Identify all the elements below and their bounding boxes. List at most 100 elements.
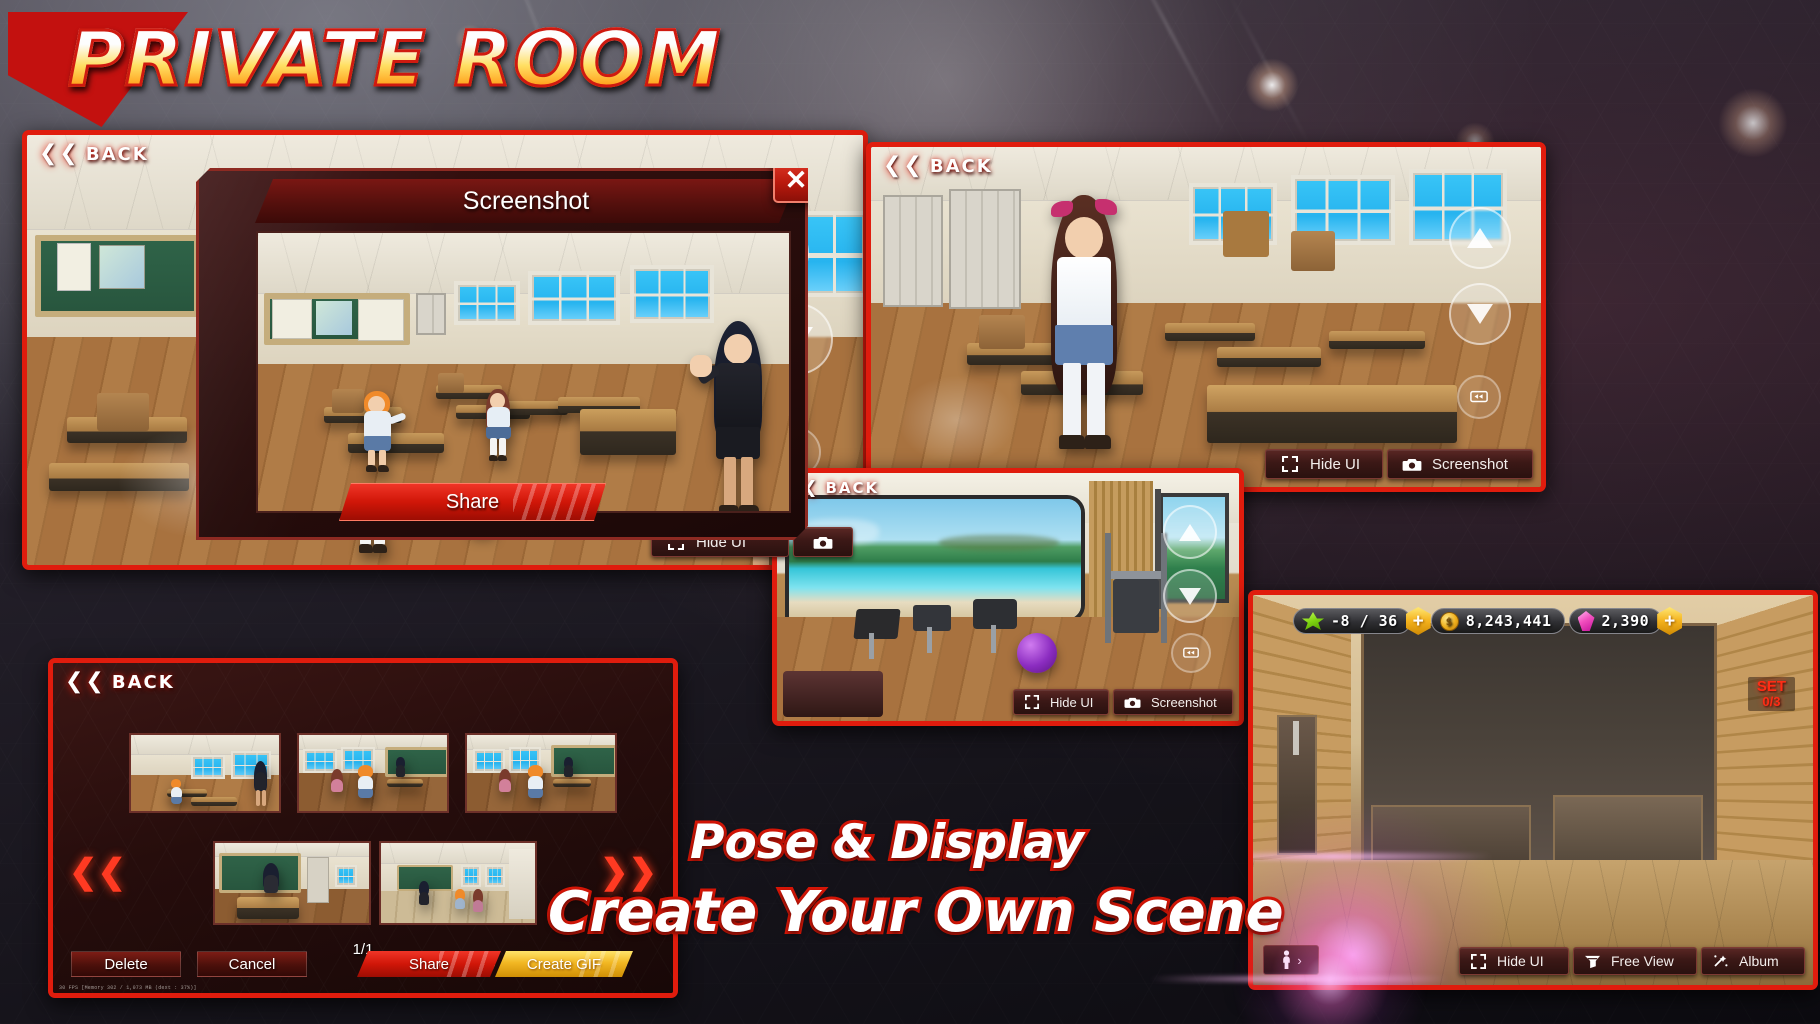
expand-brackets-icon [1470, 953, 1487, 969]
locker-toolbar[interactable]: Hide UI Screenshot [1265, 449, 1533, 479]
gym-toolbar[interactable]: Hide UI Screenshot [1013, 689, 1233, 715]
set-badge[interactable]: SET 0/3 [1747, 677, 1795, 712]
create-gif-button[interactable]: Create GIF [495, 951, 633, 977]
hide-ui-label: Hide UI [1497, 953, 1544, 969]
gem-add-button[interactable]: + [1657, 607, 1683, 635]
gem-value: 2,390 [1601, 612, 1650, 630]
triangle-down-icon [1467, 304, 1493, 324]
camera-rewind-icon [1470, 390, 1488, 403]
camera-move-button[interactable] [1171, 633, 1211, 673]
bathroom-toolbar[interactable]: Hide UI Free View Album [1459, 947, 1805, 975]
plus-icon: + [1664, 610, 1676, 632]
screenshot-label: Screenshot [1432, 455, 1508, 473]
expand-brackets-icon [1024, 694, 1040, 710]
gem-icon [1577, 611, 1595, 631]
back-button[interactable]: ❮❮ BACK [39, 143, 149, 165]
album-thumbnail[interactable] [379, 841, 537, 925]
button-swoosh-decor [577, 951, 627, 977]
chevron-left-double-icon: ❮❮ [65, 669, 106, 694]
resource-hud[interactable]: -8 / 36 + $ 8,243,441 2,390 + [1293, 607, 1683, 635]
page-title-text: PRIVATE ROOM [66, 13, 722, 105]
back-button-label: BACK [85, 143, 149, 165]
album-thumbnail[interactable] [297, 733, 449, 813]
screenshot-label: Screenshot [1151, 694, 1217, 710]
person-chevron-icon: › [1297, 952, 1302, 968]
nav-up-button[interactable] [1449, 207, 1511, 269]
camera-icon [1124, 694, 1141, 710]
triangle-down-icon [1179, 587, 1201, 605]
album-label: Album [1739, 953, 1779, 969]
free-view-icon [1584, 953, 1601, 969]
free-view-label: Free View [1611, 953, 1674, 969]
back-button[interactable]: ❮❮ BACK [65, 671, 175, 693]
share-button-label: Share [445, 490, 500, 513]
hide-ui-label: Hide UI [1310, 455, 1361, 473]
cancel-button[interactable]: Cancel [197, 951, 307, 977]
chevron-left-double-icon: ❮❮ [39, 141, 80, 166]
album-button[interactable]: Album [1701, 947, 1805, 975]
free-view-button[interactable]: Free View [1573, 947, 1697, 975]
stamina-add-button[interactable]: + [1405, 607, 1431, 635]
chevron-left-double-icon: ❮❮ [883, 153, 924, 178]
expand-brackets-icon [1280, 456, 1300, 472]
camera-icon [1402, 456, 1422, 472]
screenshot-modal-title: Screenshot [255, 179, 797, 223]
screenshot-button[interactable]: Screenshot [1387, 449, 1533, 479]
tagline-primary: Pose & Display [687, 812, 1087, 873]
person-icon [1283, 950, 1291, 969]
camera-move-button[interactable] [1457, 375, 1501, 419]
debug-stats-text: 30 FPS [Memory 302 / 1,073 MB (dext : 37… [59, 985, 197, 991]
character-long-hair [1029, 195, 1159, 475]
album-thumbnail[interactable] [129, 733, 281, 813]
share-button[interactable]: Share [357, 951, 501, 977]
panel-bathroom[interactable]: -8 / 36 + $ 8,243,441 2,390 + SET 0/3 › … [1248, 590, 1818, 990]
hide-ui-button[interactable]: Hide UI [1013, 689, 1109, 715]
panel-gym[interactable]: ❮❮ BACK Hide UI Screenshot [772, 468, 1244, 726]
character-switch-button[interactable]: › [1263, 945, 1319, 975]
album-prev-button[interactable]: ❮❮ [69, 855, 126, 889]
gem-pill[interactable]: 2,390 [1568, 608, 1663, 634]
purple-ball [1017, 633, 1057, 673]
close-icon: ✕ [784, 164, 808, 195]
lens-glow [1245, 58, 1299, 112]
back-button-label: BACK [929, 155, 993, 177]
screenshot-button[interactable]: Screenshot [1113, 689, 1233, 715]
hide-ui-label: Hide UI [1050, 694, 1094, 710]
album-sparkle-icon [1712, 953, 1729, 969]
button-swoosh-decor [513, 484, 599, 520]
gold-pill[interactable]: $ 8,243,441 [1430, 608, 1565, 634]
camera-icon [813, 534, 833, 550]
wall-poster [57, 243, 91, 291]
delete-label: Delete [104, 955, 148, 973]
button-swoosh-decor [439, 951, 495, 977]
hide-ui-button[interactable]: Hide UI [1265, 449, 1383, 479]
tagline-secondary: Create Your Own Scene [545, 877, 1287, 948]
hide-ui-button[interactable]: Hide UI [1459, 947, 1569, 975]
share-button[interactable]: Share [339, 483, 606, 521]
back-button-label: BACK [111, 671, 175, 693]
nav-up-button[interactable] [1163, 505, 1217, 559]
stamina-value: -8 / 36 [1331, 612, 1398, 630]
cancel-label: Cancel [228, 955, 276, 973]
lens-glow [1718, 88, 1788, 158]
album-thumbnail[interactable] [465, 733, 617, 813]
screenshot-modal[interactable]: Screenshot ✕ Share [196, 168, 808, 540]
nav-down-button[interactable] [1163, 569, 1217, 623]
nav-down-button[interactable] [1449, 283, 1511, 345]
back-button-label: BACK [825, 479, 880, 497]
back-button[interactable]: ❮❮ BACK [883, 155, 993, 177]
delete-button[interactable]: Delete [71, 951, 181, 977]
panel-locker-classroom[interactable]: ❮❮ BACK Hide UI Screenshot [866, 142, 1546, 492]
wall-map [99, 245, 145, 289]
stamina-pill[interactable]: -8 / 36 [1293, 608, 1411, 634]
gold-value: 8,243,441 [1465, 612, 1552, 630]
plus-icon: + [1412, 610, 1424, 632]
triangle-up-icon [1179, 523, 1201, 541]
bathroom-scene [1253, 595, 1813, 985]
locker-classroom-scene [871, 147, 1541, 487]
camera-rewind-icon [1183, 647, 1199, 658]
album-thumbnail[interactable] [213, 841, 371, 925]
panel-album[interactable]: ❮❮ BACK ❮❮ ❯❯ 1/1 Delete Cancel Share Cr… [48, 658, 678, 998]
chair [97, 393, 149, 431]
coin-icon: $ [1439, 611, 1459, 631]
